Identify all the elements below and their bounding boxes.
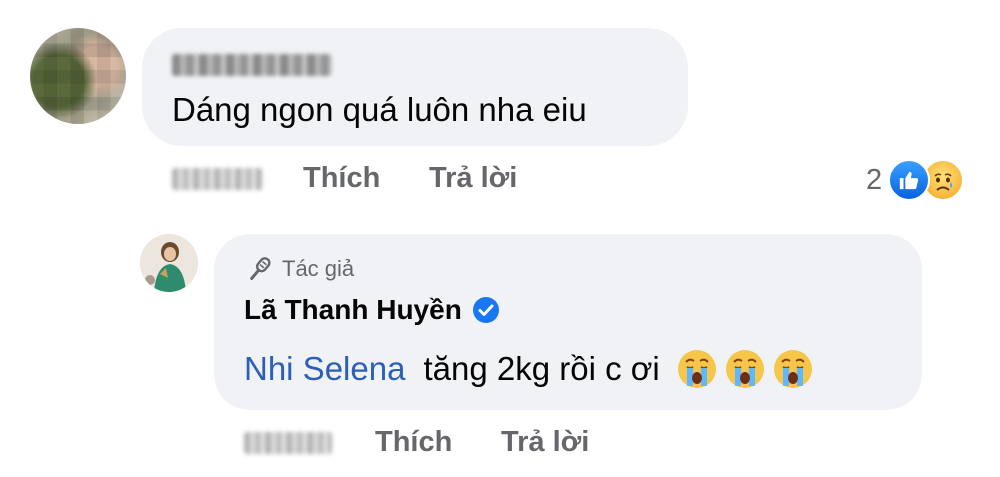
author-name-row: Lã Thanh Huyền: [244, 293, 500, 327]
loudly-crying-face-icon: [725, 350, 764, 388]
loudly-crying-face-icon: [677, 350, 716, 388]
reaction-summary[interactable]: 2: [866, 158, 965, 202]
reaction-count: 2: [866, 164, 883, 196]
commenter-avatar[interactable]: [30, 28, 126, 124]
author-avatar[interactable]: [140, 234, 198, 292]
reply-text: tăng 2kg rồi c ơi: [423, 350, 660, 387]
microphone-icon: [250, 257, 271, 281]
author-name[interactable]: Lã Thanh Huyền: [244, 293, 462, 327]
author-badge-label: Tác giả: [282, 256, 355, 281]
comment-text: Dáng ngon quá luôn nha eiu: [172, 91, 587, 128]
reply-button[interactable]: Trả lời: [429, 158, 517, 198]
reply-content: Nhi Selena tăng 2kg rồi c ơi: [244, 348, 814, 390]
loudly-crying-face-icon: [773, 350, 812, 388]
like-icon: [888, 159, 931, 201]
author-badge: Tác giả: [244, 254, 354, 284]
reply-timestamp-blurred[interactable]: [244, 432, 332, 454]
comment-timestamp-blurred[interactable]: [172, 168, 262, 190]
reply-reply-button[interactable]: Trả lời: [501, 422, 589, 462]
reply-like-button[interactable]: Thích: [375, 422, 452, 462]
like-button[interactable]: Thích: [303, 158, 380, 198]
mention-link[interactable]: Nhi Selena: [244, 348, 405, 390]
verified-badge-icon: [472, 297, 499, 323]
commenter-name-blurred[interactable]: [172, 54, 332, 76]
